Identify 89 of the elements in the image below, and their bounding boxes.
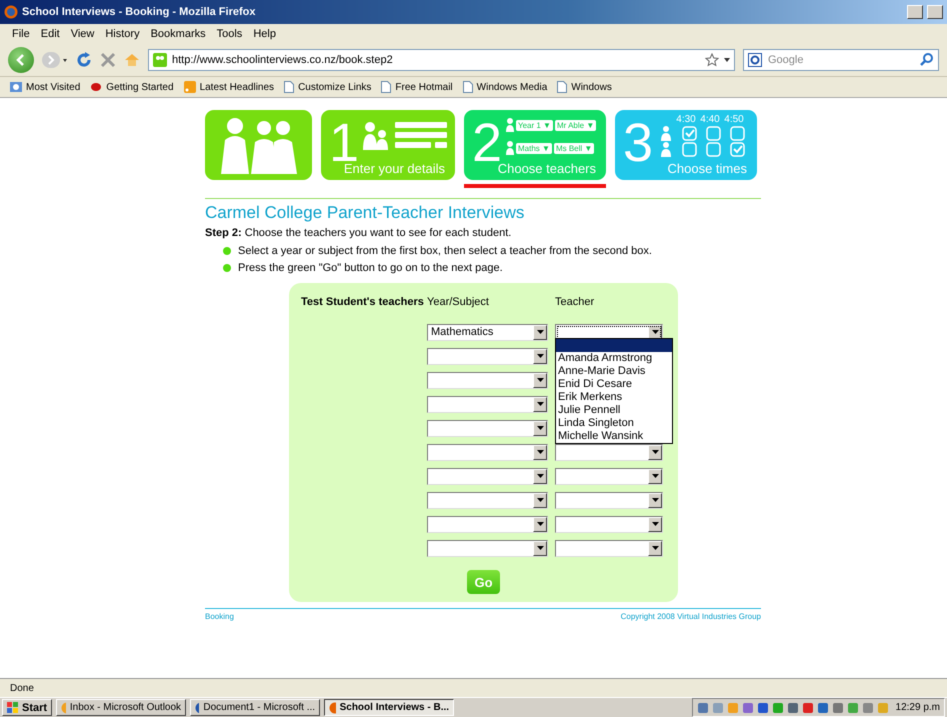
menu-item[interactable]: History <box>105 28 140 40</box>
year-subject-select[interactable] <box>427 372 548 388</box>
year-subject-select[interactable] <box>427 420 548 436</box>
maximize-button[interactable] <box>927 5 943 19</box>
page-icon <box>557 81 568 93</box>
time-label: 4:30 <box>675 114 697 125</box>
instructions: Step 2: Choose the teachers you want to see for each student. <box>205 227 512 239</box>
mini-select: Maths ▼ <box>516 142 552 154</box>
step-tile[interactable] <box>205 110 312 180</box>
time-label: 4:50 <box>723 114 745 125</box>
mini-select: Ms Bell ▼ <box>554 142 594 154</box>
back-button[interactable] <box>8 47 34 73</box>
feed-icon <box>184 81 196 93</box>
reload-icon[interactable] <box>76 52 92 68</box>
year-subject-select[interactable] <box>427 540 548 556</box>
menu-item[interactable]: Edit <box>40 28 60 40</box>
mini-select: Year 1 ▼ <box>516 120 553 130</box>
window-title: School Interviews - Booking - Mozilla Firefox <box>22 6 256 18</box>
minimize-button[interactable] <box>907 5 923 19</box>
search-field[interactable]: Google <box>743 49 939 71</box>
windows-logo-icon <box>7 702 19 714</box>
step-label: Choose times <box>668 161 747 176</box>
menu-item[interactable]: Tools <box>216 28 242 40</box>
bookmark-link[interactable]: Free Hotmail <box>381 81 453 93</box>
clock: 12:29 p.m <box>896 702 940 713</box>
copyright-text: Copyright 2008 Virtual Industries Group <box>620 612 761 621</box>
bookmark-link[interactable]: Windows <box>557 81 612 93</box>
status-text: Done <box>10 682 34 694</box>
bookmark-link[interactable]: Most Visited <box>10 81 80 93</box>
step-label: Enter your details <box>344 161 445 176</box>
person-icon <box>661 126 671 141</box>
year-subject-select[interactable] <box>427 396 548 412</box>
bookmark-link[interactable]: Customize Links <box>284 81 372 93</box>
column-header: Teacher <box>555 296 596 308</box>
bullet-icon <box>223 264 231 272</box>
student-name: Test Student's teachers <box>301 296 425 308</box>
menu-item[interactable]: View <box>70 28 94 40</box>
year-subject-select[interactable]: Mathematics <box>427 324 548 340</box>
menu-item[interactable]: Help <box>253 28 276 40</box>
time-label: 4:40 <box>699 114 721 125</box>
menu-item[interactable]: Bookmarks <box>150 28 206 40</box>
start-button[interactable]: Start <box>2 699 52 716</box>
year-subject-select[interactable] <box>427 516 548 532</box>
star-icon[interactable] <box>705 53 719 67</box>
bookmark-link[interactable]: Getting Started <box>90 81 174 93</box>
bullet-icon <box>223 247 231 255</box>
taskbar-button[interactable]: Inbox - Microsoft Outlook <box>56 699 186 716</box>
page-icon <box>284 81 294 93</box>
tray-icon[interactable] <box>862 702 874 714</box>
tray-icon[interactable] <box>832 702 844 714</box>
page-heading: Carmel College Parent-Teacher Interviews <box>205 203 526 223</box>
bookmark-link[interactable]: Windows Media <box>462 81 548 93</box>
menu-item[interactable]: File <box>12 28 30 40</box>
person-icon <box>506 141 514 155</box>
folder-icon <box>10 81 22 93</box>
taskbar-button[interactable]: Document1 - Microsoft ... <box>190 699 320 716</box>
year-subject-select[interactable] <box>427 492 548 508</box>
site-icon <box>153 53 167 67</box>
teacher-dropdown-list[interactable]: Amanda Armstrong Anne-Marie Davis Enid Di Cesare Erik Merkens Julie Pennell Linda Singleton Michelle Wansink <box>555 338 673 444</box>
teacher-select[interactable] <box>555 516 663 532</box>
teacher-select[interactable] <box>555 540 663 556</box>
search-icon[interactable] <box>920 53 934 67</box>
year-subject-select[interactable] <box>427 468 548 484</box>
teacher-select[interactable] <box>555 444 663 460</box>
teacher-select[interactable] <box>555 468 663 484</box>
instruction-item: Press the green "Go" button to go on to the next page. <box>238 262 503 274</box>
person-icon <box>661 142 671 157</box>
tray-icon[interactable] <box>742 702 754 714</box>
taskbar-button[interactable]: School Interviews - B... <box>324 699 454 716</box>
mini-select: Mr Able ▼ <box>554 120 596 130</box>
tray-icon[interactable] <box>802 702 814 714</box>
bookmark-link[interactable]: Latest Headlines <box>184 81 274 93</box>
tray-icon[interactable] <box>786 702 799 714</box>
teacher-select[interactable] <box>555 492 663 508</box>
address-field[interactable]: http://www.schoolinterviews.co.nz/book.step2 <box>148 49 735 71</box>
tray-icon[interactable] <box>756 702 769 714</box>
person-icon <box>506 118 514 132</box>
step-number: 3 <box>623 116 654 170</box>
caret-icon <box>724 58 730 62</box>
year-subject-select[interactable] <box>427 348 548 364</box>
instruction-item: Select a year or subject from the first box, then select a teacher from the second box. <box>238 245 652 257</box>
search-engine-icon <box>748 53 762 67</box>
year-subject-select[interactable] <box>427 444 548 460</box>
column-header: Year/Subject <box>427 296 490 308</box>
page-icon <box>462 81 473 93</box>
stop-icon[interactable] <box>100 52 116 68</box>
tray-icon[interactable] <box>696 702 709 714</box>
page-icon <box>381 81 392 93</box>
tray-icon[interactable] <box>816 702 829 714</box>
